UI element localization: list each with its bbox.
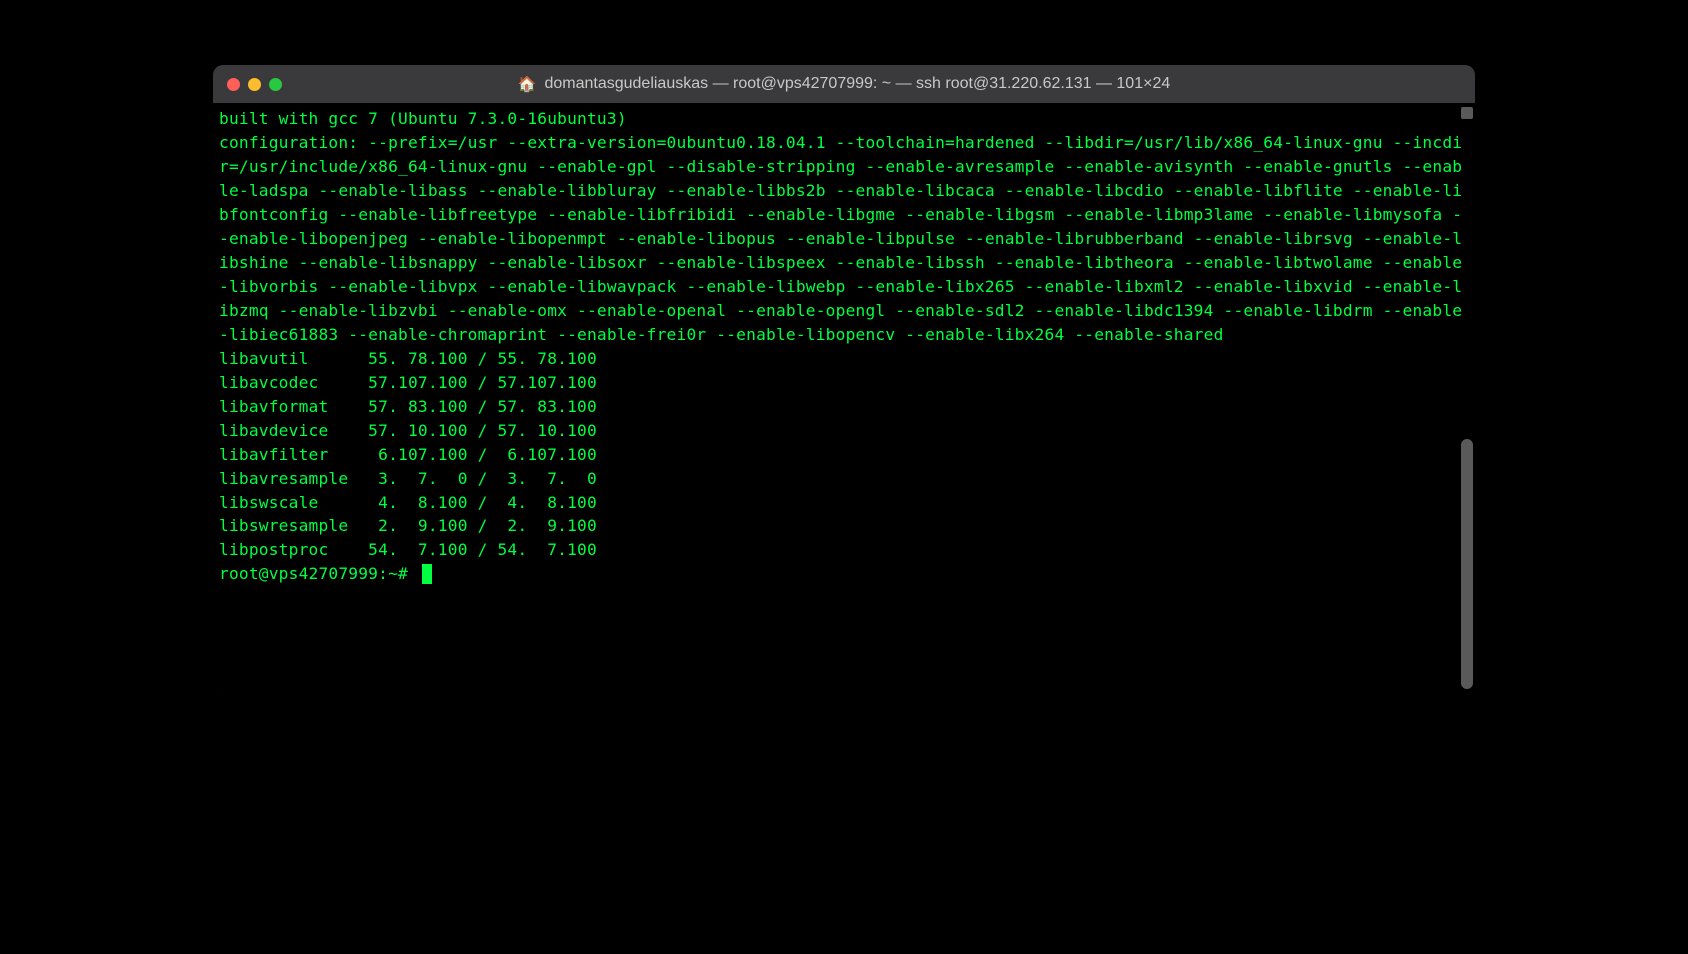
lib-version-line: libavformat 57. 83.100 / 57. 83.100 (219, 395, 1469, 419)
cursor (422, 564, 432, 584)
lib-version-line: libavcodec 57.107.100 / 57.107.100 (219, 371, 1469, 395)
lib-version-line: libavresample 3. 7. 0 / 3. 7. 0 (219, 467, 1469, 491)
close-button[interactable] (227, 78, 240, 91)
lib-version-line: libpostproc 54. 7.100 / 54. 7.100 (219, 538, 1469, 562)
lib-version-line: libswresample 2. 9.100 / 2. 9.100 (219, 514, 1469, 538)
home-icon: 🏠 (518, 75, 537, 93)
title-bar[interactable]: 🏠 domantasgudeliauskas — root@vps4270799… (213, 65, 1475, 103)
terminal-body[interactable]: built with gcc 7 (Ubuntu 7.3.0-16ubuntu3… (213, 103, 1475, 695)
terminal-output-config: built with gcc 7 (Ubuntu 7.3.0-16ubuntu3… (219, 107, 1469, 347)
prompt-line[interactable]: root@vps42707999:~# (219, 562, 1469, 586)
traffic-lights (227, 78, 282, 91)
lib-version-line: libavdevice 57. 10.100 / 57. 10.100 (219, 419, 1469, 443)
lib-version-line: libavutil 55. 78.100 / 55. 78.100 (219, 347, 1469, 371)
maximize-button[interactable] (269, 78, 282, 91)
lib-version-line: libswscale 4. 8.100 / 4. 8.100 (219, 491, 1469, 515)
minimize-button[interactable] (248, 78, 261, 91)
terminal-window: 🏠 domantasgudeliauskas — root@vps4270799… (213, 65, 1475, 695)
window-title-container: 🏠 domantasgudeliauskas — root@vps4270799… (518, 75, 1170, 93)
scrollbar-thumb[interactable] (1461, 439, 1473, 689)
scroll-indicator (1461, 107, 1473, 119)
lib-version-line: libavfilter 6.107.100 / 6.107.100 (219, 443, 1469, 467)
window-title: domantasgudeliauskas — root@vps42707999:… (544, 75, 1170, 93)
shell-prompt: root@vps42707999:~# (219, 562, 418, 586)
